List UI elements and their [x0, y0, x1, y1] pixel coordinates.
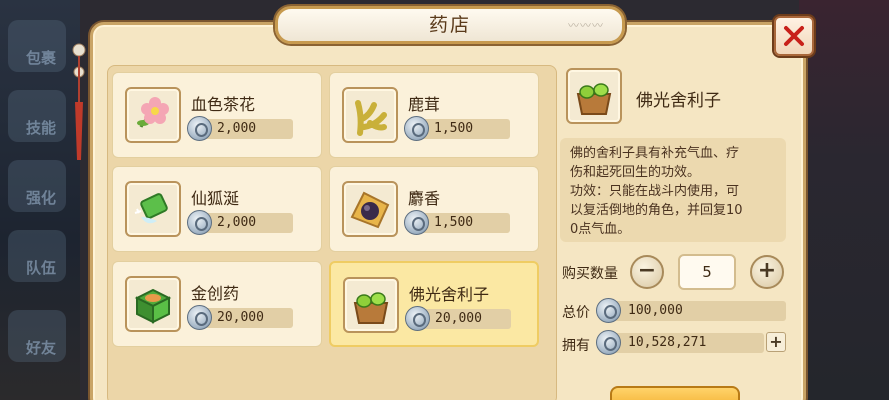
silver-coin-icon — [405, 306, 430, 331]
jade-potion-icon — [125, 181, 181, 237]
silver-coin-icon — [187, 305, 212, 330]
title-bar: 药店 〰〰〰 — [275, 6, 625, 44]
detail-sarira-icon — [566, 68, 622, 124]
buy-button[interactable] — [610, 386, 740, 400]
side-menu-bag[interactable]: 包裹 — [8, 20, 66, 72]
item-name: 仙狐涎 — [191, 189, 240, 208]
side-menu: 包裹 技能 强化 队伍 好友 — [0, 0, 80, 400]
minus-icon: − — [637, 258, 657, 283]
game-background-right — [799, 0, 889, 400]
item-name: 麝香 — [408, 189, 441, 208]
title-decoration: 〰〰〰 — [568, 19, 604, 32]
side-menu-team[interactable]: 队伍 — [8, 230, 66, 282]
item-name: 血色茶花 — [191, 95, 256, 114]
plus-icon: + — [757, 258, 777, 283]
musk-icon — [342, 181, 398, 237]
quantity-input[interactable]: 5 — [678, 254, 736, 290]
shop-item-camellia[interactable]: 血色茶花 2,000 — [112, 72, 322, 158]
item-price: 1,500 — [404, 210, 510, 235]
decrease-quantity-button[interactable]: − — [630, 255, 664, 289]
close-icon — [784, 26, 804, 46]
total-price-label: 总价 — [562, 305, 590, 321]
item-price: 20,000 — [405, 306, 511, 331]
silver-coin-icon — [596, 330, 621, 355]
add-currency-button[interactable]: + — [766, 332, 786, 352]
detail-item-name: 佛光舍利子 — [636, 91, 721, 111]
total-price-value: 100,000 — [596, 298, 786, 323]
tassel-decoration — [72, 43, 86, 160]
shop-item-sarira[interactable]: 佛光舍利子 20,000 — [329, 261, 539, 347]
shop-item-fox-saliva[interactable]: 仙狐涎 2,000 — [112, 166, 322, 252]
silver-coin-icon — [187, 116, 212, 141]
item-name: 佛光舍利子 — [409, 285, 490, 304]
side-menu-friends[interactable]: 好友 — [8, 310, 66, 362]
item-price: 2,000 — [187, 116, 293, 141]
medicine-box-icon — [125, 276, 181, 332]
camellia-icon — [125, 87, 181, 143]
silver-coin-icon — [596, 298, 621, 323]
side-menu-skill[interactable]: 技能 — [8, 90, 66, 142]
item-description: 佛的舍利子具有补充气血、疗 伤和起死回生的功效。 功效：只能在战斗内使用，可 以… — [560, 138, 786, 242]
antler-icon — [342, 87, 398, 143]
shop-item-musk[interactable]: 麝香 1,500 — [329, 166, 539, 252]
item-price: 1,500 — [404, 116, 510, 141]
quantity-label: 购买数量 — [562, 266, 618, 282]
item-price: 2,000 — [187, 210, 293, 235]
shop-item-wound-medicine[interactable]: 金创药 20,000 — [112, 261, 322, 347]
plus-icon: + — [769, 332, 783, 351]
close-button[interactable] — [774, 16, 814, 56]
owned-label: 拥有 — [562, 338, 590, 354]
silver-coin-icon — [404, 116, 429, 141]
silver-coin-icon — [187, 210, 212, 235]
item-name: 金创药 — [191, 284, 240, 303]
owned-value: 10,528,271 — [596, 330, 764, 355]
item-price: 20,000 — [187, 305, 293, 330]
silver-coin-icon — [404, 210, 429, 235]
increase-quantity-button[interactable]: + — [750, 255, 784, 289]
sarira-icon — [343, 277, 399, 333]
shop-item-antler[interactable]: 鹿茸 1,500 — [329, 72, 539, 158]
item-name: 鹿茸 — [408, 95, 441, 114]
side-menu-enhance[interactable]: 强化 — [8, 160, 66, 212]
